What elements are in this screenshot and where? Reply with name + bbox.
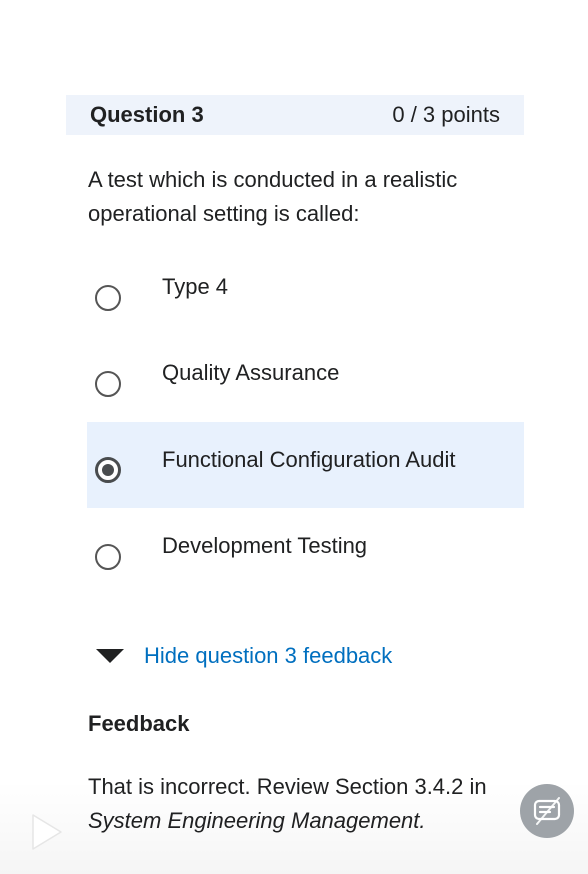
- answer-option-label: Development Testing: [162, 533, 368, 558]
- answer-option-3-selected[interactable]: Functional Configuration Audit: [87, 422, 524, 508]
- radio-button[interactable]: [95, 285, 121, 311]
- caret-down-icon[interactable]: [96, 649, 124, 663]
- subtitles-icon: [533, 797, 561, 825]
- feedback-toggle[interactable]: Hide question 3 feedback: [96, 640, 392, 672]
- radio-button[interactable]: [95, 544, 121, 570]
- hide-feedback-link[interactable]: Hide question 3 feedback: [144, 643, 392, 669]
- answer-option-label: Type 4: [162, 274, 229, 299]
- question-title: Question 3: [90, 102, 204, 127]
- question-header: Question 3 0 / 3 points: [66, 95, 524, 135]
- feedback-text-reference: System Engineering Management.: [88, 808, 426, 833]
- subtitles-button[interactable]: [520, 784, 574, 838]
- feedback-heading: Feedback: [88, 711, 190, 736]
- play-icon[interactable]: [30, 812, 64, 852]
- question-points: 0 / 3 points: [392, 102, 500, 127]
- radio-button[interactable]: [95, 371, 121, 397]
- answer-option-1[interactable]: Type 4: [87, 273, 524, 359]
- feedback-text: That is incorrect. Review Section 3.4.2 …: [88, 770, 528, 838]
- answer-option-4[interactable]: Development Testing: [87, 532, 524, 618]
- question-text: A test which is conducted in a realistic…: [88, 167, 458, 226]
- answer-option-label: Quality Assurance: [162, 360, 340, 385]
- radio-button-checked[interactable]: [95, 457, 121, 483]
- answer-option-label: Functional Configuration Audit: [162, 447, 456, 472]
- feedback-text-prefix: That is incorrect. Review Section 3.4.2 …: [88, 774, 487, 799]
